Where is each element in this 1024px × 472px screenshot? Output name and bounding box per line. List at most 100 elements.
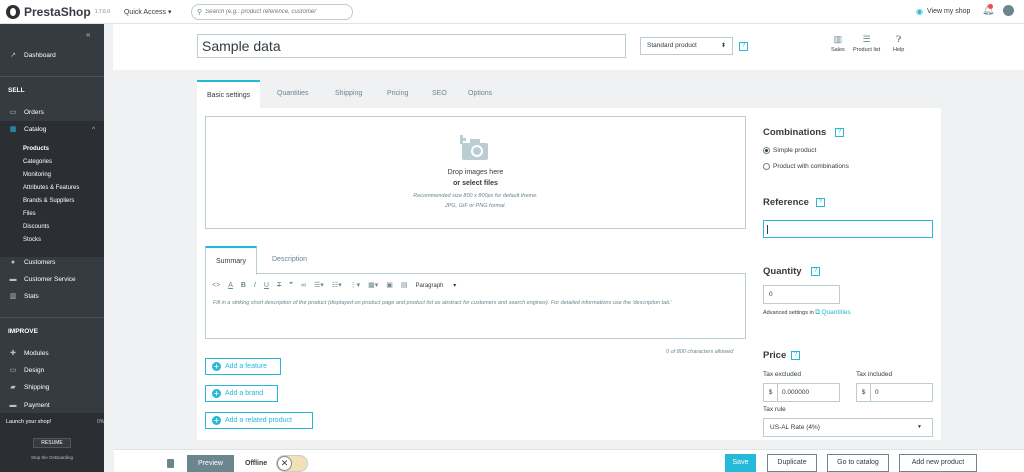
chevron-up-icon: ^ [92,125,96,133]
radio-unchecked-icon [763,163,770,170]
radio-checked-icon [763,147,770,154]
sidebar-item-stats[interactable]: ▥ Stats [0,289,104,303]
sidebar-item-label: Payment [24,401,50,409]
strikethrough-icon[interactable]: T [277,282,281,289]
tab-options[interactable]: Options [458,80,502,108]
tax-rule-select[interactable]: US-AL Rate (4%) ▼ [763,418,933,437]
image-dropzone[interactable]: Drop images here or select files Recomme… [205,116,746,229]
sidebar-item-customer-service[interactable]: ▬ Customer Service [0,272,104,286]
sidebar-item-customers[interactable]: ● Customers [0,255,104,269]
product-type-help-icon[interactable]: ? [739,42,748,51]
media-icon[interactable]: ▤ [401,281,408,289]
add-brand-button[interactable]: + Add a brand [205,385,278,402]
bold-icon[interactable]: B [241,282,246,289]
help-button[interactable]: ❓︎ Help [893,34,904,53]
stop-onboarding-link[interactable]: Stop the OnBoarding [31,455,73,460]
quick-access-menu[interactable]: Quick Access ▾ [124,8,171,16]
tab-pricing[interactable]: Pricing [377,80,418,108]
sidebar-item-dashboard[interactable]: ↗ Dashboard [0,48,104,62]
collapse-sidebar-icon[interactable]: « [86,30,90,39]
simple-product-radio[interactable]: Simple product [763,147,816,154]
sidebar-item-design[interactable]: ▭ Design [0,363,104,377]
italic-icon[interactable]: I [254,282,256,289]
align-icon[interactable]: ☰▾ [314,281,324,289]
text-color-icon[interactable]: A [228,282,233,289]
tab-basic-settings[interactable]: Basic settings [197,80,261,108]
summary-editor[interactable]: <> A B I U T ❞ ∞ ☰▾ ☷▾ ⋮▾ ▦▾ ▣ ▤ Paragra… [205,274,746,339]
tab-summary[interactable]: Summary [205,246,257,275]
tab-description[interactable]: Description [262,246,317,274]
tab-shipping[interactable]: Shipping [325,80,372,108]
product-list-button[interactable]: ☰ Product list [853,34,880,53]
sidebar-sub-stocks[interactable]: Stocks [23,237,41,243]
sidebar-item-payment[interactable]: ▬ Payment [0,398,104,412]
bullet-list-icon[interactable]: ☷▾ [332,281,342,289]
product-type-select[interactable]: Standard product ⬍ [640,37,733,55]
product-name-input[interactable]: Sample data [197,34,626,58]
resume-button[interactable]: RESUME [33,438,71,448]
search-input[interactable] [205,9,346,15]
search-box[interactable]: ⚲ [191,4,353,20]
tax-rule-label: Tax rule [763,406,786,413]
paragraph-select[interactable]: Paragraph ▾ [416,282,457,289]
add-related-product-button[interactable]: + Add a related product [205,412,313,429]
sidebar-section-sell: SELL [8,87,25,94]
sidebar-sub-monitoring[interactable]: Monitoring [23,172,51,178]
quantity-help-icon[interactable]: ? [811,267,820,276]
sidebar-item-modules[interactable]: ✚ Modules [0,346,104,360]
link-icon[interactable]: ∞ [301,282,306,289]
reference-input[interactable] [763,220,933,238]
price-tax-excluded-input[interactable]: $0.000000 [763,383,840,402]
select-files-link[interactable]: or select files [206,180,745,187]
sidebar-sub-discounts[interactable]: Discounts [23,224,49,230]
inbox-icon: ▭ [9,109,17,116]
add-new-product-button[interactable]: Add new product [899,454,977,472]
prestashop-logo[interactable]: PrestaShop 1.7.6.0 [6,4,110,19]
sidebar-item-label: Orders [24,108,44,116]
tax-included-label: Tax included [856,371,893,378]
numbered-list-icon[interactable]: ⋮▾ [350,281,361,289]
duplicate-button[interactable]: Duplicate [767,454,817,472]
save-button[interactable]: Save [725,454,756,472]
offline-label: Offline [245,460,268,467]
sales-button[interactable]: ▥ Sales [831,34,845,53]
go-to-catalog-button[interactable]: Go to catalog [827,454,889,472]
reference-help-icon[interactable]: ? [816,198,825,207]
combinations-title: Combinations [763,127,827,138]
notification-badge [988,4,993,9]
price-tax-included-input[interactable]: $0 [856,383,933,402]
add-feature-button[interactable]: + Add a feature [205,358,281,375]
sidebar-sub-brands[interactable]: Brands & Suppliers [23,198,74,204]
sidebar-sub-attributes[interactable]: Attributes & Features [23,185,79,191]
price-help-icon[interactable]: ? [791,351,800,360]
preview-button[interactable]: Preview [187,455,234,472]
quote-icon[interactable]: ❞ [289,281,293,289]
image-icon[interactable]: ▣ [386,281,393,289]
chart-icon: ▥ [9,293,17,300]
combinations-help-icon[interactable]: ? [835,128,844,137]
sidebar-item-orders[interactable]: ▭ Orders [0,105,104,119]
view-my-shop-link[interactable]: ◉ View my shop [916,7,970,16]
quantity-input[interactable]: 0 [763,285,840,304]
sidebar-item-catalog[interactable]: ▦ Catalog ^ [0,122,104,136]
sidebar-item-shipping[interactable]: ▰ Shipping [0,380,104,394]
sidebar-sub-files[interactable]: Files [23,211,36,217]
recommended-size-text: Recommended size 800 x 800px for default… [413,193,538,199]
online-toggle[interactable]: ✕ [276,455,308,472]
sidebar-sub-products[interactable]: Products [23,146,49,152]
sidebar-sub-categories[interactable]: Categories [23,159,52,165]
code-icon[interactable]: <> [212,282,220,289]
user-avatar-icon[interactable] [1003,5,1014,16]
add-related-label: Add a related product [225,417,292,424]
add-brand-label: Add a brand [225,390,264,397]
tab-quantities[interactable]: Quantities [267,80,319,108]
underline-icon[interactable]: U [264,282,269,289]
currency-symbol: $ [857,384,871,401]
product-with-combinations-radio[interactable]: Product with combinations [763,163,849,170]
quantities-link[interactable]: Quantities [821,309,850,316]
table-icon[interactable]: ▦▾ [368,281,378,289]
tab-seo[interactable]: SEO [422,80,457,108]
person-icon: ● [10,258,16,266]
brand-name: PrestaShop [24,4,91,19]
trash-icon[interactable] [167,459,174,468]
